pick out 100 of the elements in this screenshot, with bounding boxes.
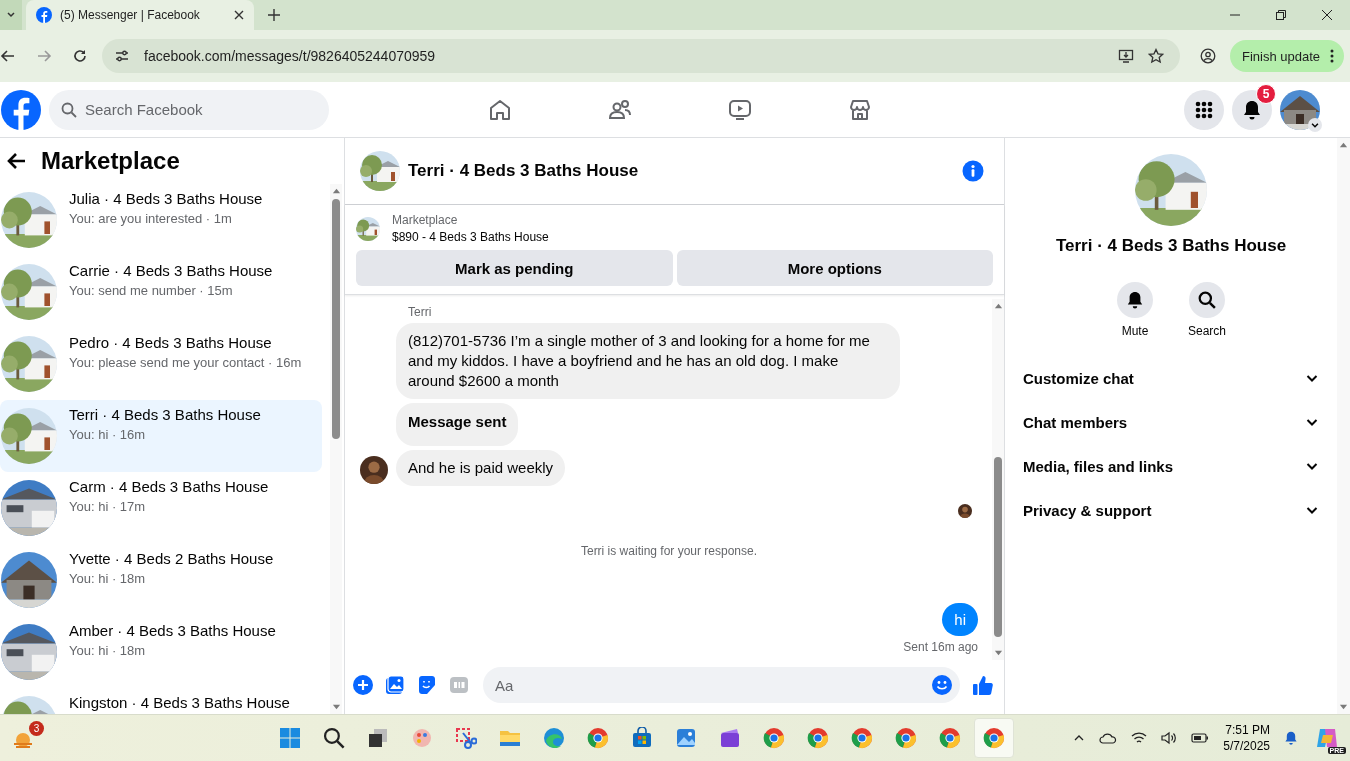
conversation-item[interactable]: Carm · 4 Beds 3 Baths House You: hi · 17m	[0, 472, 322, 544]
task-view-icon	[367, 727, 389, 749]
search-icon	[1198, 291, 1216, 309]
conversation-item[interactable]: Yvette · 4 Beds 2 Baths House You: hi · 18m	[0, 544, 322, 616]
message-preview: You: hi · 16m	[69, 427, 147, 442]
back-arrow-icon[interactable]	[7, 151, 27, 171]
notification-badge: 3	[29, 721, 44, 736]
scroll-up-icon[interactable]	[331, 187, 341, 194]
action-label: Mute	[1121, 324, 1149, 338]
conversation-name: Terri · 4 Beds 3 Baths House	[69, 406, 261, 423]
photo-icon[interactable]	[385, 675, 405, 695]
conversation-item[interactable]: Pedro · 4 Beds 3 Baths House You: please send me your contact · 16m	[0, 328, 322, 400]
action-label: Search	[1188, 324, 1226, 338]
notifications-button[interactable]	[1232, 89, 1272, 130]
mark-pending-button[interactable]: Mark as pending	[356, 250, 673, 286]
conversation-item[interactable]: Terri · 4 Beds 3 Baths House You: hi · 16m	[0, 400, 322, 472]
message-preview: You: are you interested · 1m	[69, 211, 233, 226]
new-tab-icon[interactable]	[268, 9, 280, 21]
battery-icon[interactable]	[1191, 732, 1210, 744]
message-bubble: Message sent	[396, 403, 519, 446]
sent-status: Sent 16m ago	[903, 640, 978, 654]
chrome-icon	[895, 727, 917, 749]
people-icon	[608, 97, 632, 122]
sticker-icon[interactable]	[417, 675, 437, 695]
details-section[interactable]: Chat members	[1021, 400, 1321, 444]
install-icon[interactable]	[1117, 48, 1134, 64]
sidebar-title: Marketplace	[41, 147, 180, 175]
scroll-down-icon[interactable]	[331, 704, 341, 711]
bell-icon[interactable]	[1284, 730, 1298, 746]
conversation-item[interactable]: Amber · 4 Beds 3 Baths House You: hi · 18m	[0, 616, 322, 688]
mute-button[interactable]	[1117, 282, 1153, 318]
facebook-logo[interactable]	[1, 89, 41, 130]
message-preview: You: send me number · 15m	[69, 283, 234, 298]
details-section[interactable]: Customize chat	[1021, 356, 1321, 400]
message-preview: You: hi · 17m	[69, 499, 147, 514]
star-icon[interactable]	[1147, 48, 1164, 64]
details-section[interactable]: Privacy & support	[1021, 488, 1321, 532]
scrollbar[interactable]	[992, 299, 1004, 660]
video-editor-icon	[719, 727, 741, 749]
conversation-name: Carrie · 4 Beds 3 Baths House	[69, 262, 273, 279]
account-button[interactable]	[1280, 89, 1320, 130]
scrollbar[interactable]	[330, 184, 342, 714]
thumbs-up-icon[interactable]	[972, 674, 994, 696]
scroll-up-icon[interactable]	[1339, 141, 1348, 148]
listing-label: Marketplace	[392, 213, 459, 227]
palette-icon	[411, 727, 433, 749]
reload-icon[interactable]	[72, 48, 88, 64]
back-icon[interactable]	[0, 48, 16, 64]
home-icon	[488, 97, 512, 122]
edge-icon	[543, 727, 565, 749]
scroll-up-icon[interactable]	[993, 302, 1003, 309]
waiting-status: Terri is waiting for your response.	[580, 544, 758, 558]
scroll-down-icon[interactable]	[1339, 704, 1348, 711]
facebook-icon	[36, 7, 52, 23]
contact-name: Terri · 4 Beds 3 Baths House	[1055, 236, 1287, 256]
menu-button[interactable]	[1184, 89, 1224, 130]
conversation-item[interactable]: Carrie · 4 Beds 3 Baths House You: send me number · 15m	[0, 256, 322, 328]
plus-icon[interactable]	[353, 675, 373, 695]
message-field[interactable]: Aa	[483, 667, 960, 703]
conversation-name: Julia · 4 Beds 3 Baths House	[69, 190, 263, 207]
listing-title: $890 - 4 Beds 3 Baths House	[392, 230, 549, 244]
conversation-name: Kingston · 4 Beds 3 Baths House	[69, 694, 290, 711]
finish-update-button[interactable]: Finish update	[1229, 40, 1344, 72]
photos-icon	[675, 727, 697, 749]
search-button[interactable]	[1189, 282, 1225, 318]
store-icon	[631, 727, 653, 749]
scroll-down-icon[interactable]	[993, 650, 1003, 657]
address-bar[interactable]: facebook.com/messages/t/9826405244070959	[102, 39, 1180, 73]
more-options-button[interactable]: More options	[676, 250, 993, 286]
restore-icon[interactable]	[1275, 9, 1287, 21]
profile-icon[interactable]	[1199, 48, 1216, 64]
emoji-icon[interactable]	[932, 675, 952, 695]
more-icon	[1330, 49, 1334, 63]
sender-name: Terri	[408, 305, 433, 319]
cloud-icon[interactable]	[1099, 732, 1118, 744]
scrollbar[interactable]	[1337, 138, 1350, 714]
info-icon[interactable]	[962, 160, 984, 182]
chrome-icon	[763, 727, 785, 749]
wifi-icon[interactable]	[1131, 731, 1148, 745]
browser-tab[interactable]: (5) Messenger | Facebook	[26, 0, 254, 30]
site-info-icon[interactable]	[114, 48, 130, 64]
close-icon[interactable]	[234, 10, 244, 20]
conversation-name: Pedro · 4 Beds 3 Baths House	[69, 334, 273, 351]
search-icon	[323, 727, 345, 749]
volume-icon[interactable]	[1161, 731, 1178, 745]
message-preview: You: please send me your contact · 16m	[69, 355, 302, 370]
conversation-name: Amber · 4 Beds 3 Baths House	[69, 622, 276, 639]
bell-icon	[1242, 99, 1262, 120]
video-icon	[728, 97, 752, 122]
close-icon[interactable]	[1321, 9, 1333, 21]
copilot-icon	[1315, 727, 1339, 749]
conversation-item[interactable]: Julia · 4 Beds 3 Baths House You: are you interested · 1m	[0, 184, 322, 256]
clock[interactable]: 7:51 PM 5/7/2025	[1223, 722, 1270, 754]
store-icon	[848, 97, 872, 122]
message-preview: You: hi · 18m	[69, 643, 147, 658]
details-section[interactable]: Media, files and links	[1021, 444, 1321, 488]
tab-list-button[interactable]	[0, 0, 22, 30]
windows-icon	[279, 727, 301, 749]
message-bubble: And he is paid weekly	[396, 450, 566, 486]
search-field[interactable]: Search Facebook	[49, 89, 329, 130]
